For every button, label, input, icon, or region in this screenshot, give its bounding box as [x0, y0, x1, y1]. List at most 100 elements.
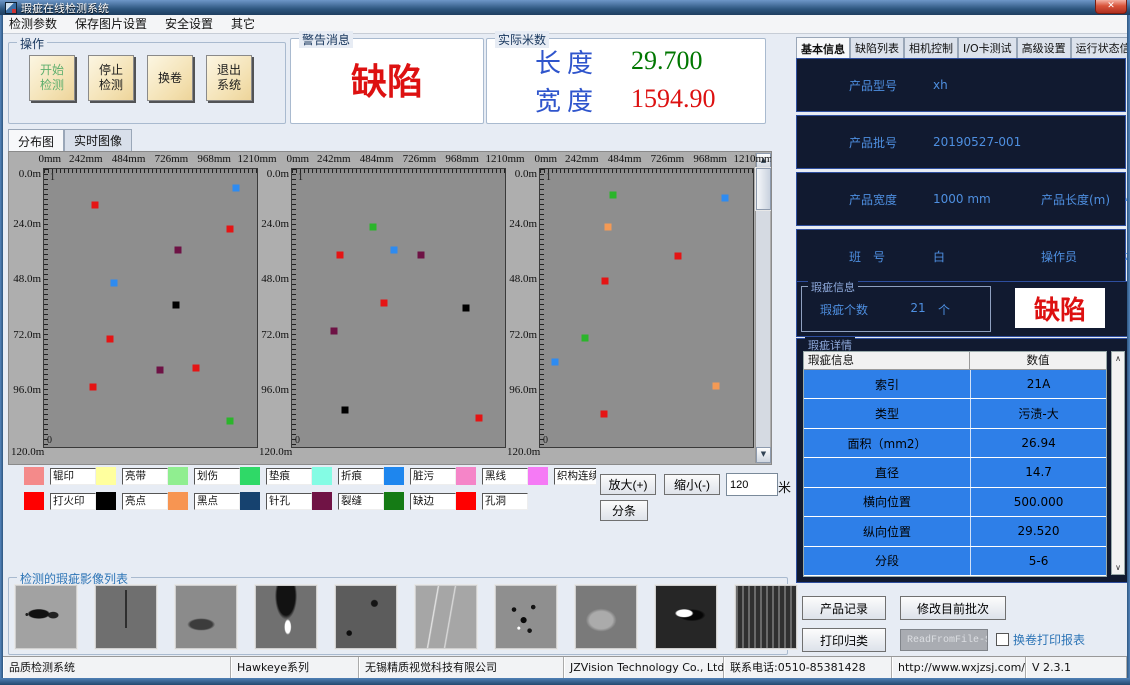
table-scrollbar[interactable]: ∧ ∨ [1111, 351, 1125, 575]
defect-point[interactable] [331, 328, 338, 335]
defect-point[interactable] [232, 184, 239, 191]
op-button-开始检测[interactable]: 开始 检测 [29, 55, 75, 101]
x-axis: 0mm242mm484mm726mm968mm1210mm [43, 153, 257, 168]
defect-point[interactable] [157, 366, 164, 373]
defect-detail-panel: 瑕疵详情 瑕疵信息 数值 索引21A类型污渍-大面积（mm2）26.94直径14… [796, 338, 1128, 583]
table-row[interactable]: 纵向位置29.520 [804, 517, 1106, 545]
scatter-canvas[interactable]: 1 0 [539, 168, 754, 448]
product-info-row: 产品宽度1000 mm产品长度(m)40000 [796, 172, 1126, 226]
modify-batch-button[interactable]: 修改目前批次 [900, 596, 1006, 620]
table-row[interactable]: 横向位置500.000 [804, 488, 1106, 516]
scatter-canvas[interactable]: 1 0 [291, 168, 506, 448]
defect-thumbnail[interactable] [655, 585, 717, 649]
defect-thumbnail[interactable] [255, 585, 317, 649]
defect-point[interactable] [89, 383, 96, 390]
tab-I/O卡测试[interactable]: I/O卡测试 [958, 37, 1017, 58]
close-button[interactable]: ✕ [1095, 0, 1127, 14]
legend-label: 划伤 [194, 468, 240, 485]
op-button-换卷[interactable]: 换卷 [147, 55, 193, 101]
tab-分布图[interactable]: 分布图 [8, 129, 64, 152]
table-row[interactable]: 直径14.7 [804, 458, 1106, 486]
legend-swatch-icon [384, 467, 404, 485]
defect-thumbnail[interactable] [15, 585, 77, 649]
defect-point[interactable] [551, 358, 558, 365]
tab-缺陷列表[interactable]: 缺陷列表 [850, 37, 904, 58]
operations-group: 操作 开始 检测停止 检测换卷退出 系统 [8, 42, 286, 124]
field-label: 操作员 [1041, 248, 1125, 265]
defect-thumbnail[interactable] [735, 585, 797, 649]
defect-thumbnail[interactable] [95, 585, 157, 649]
defect-point[interactable] [173, 301, 180, 308]
defect-point[interactable] [417, 251, 424, 258]
defect-point[interactable] [370, 224, 377, 231]
defect-point[interactable] [227, 417, 234, 424]
tab-基本信息[interactable]: 基本信息 [796, 37, 850, 59]
defect-point[interactable] [605, 224, 612, 231]
defect-point[interactable] [602, 278, 609, 285]
y-tick-label: 120.0m [507, 446, 540, 458]
table-row[interactable]: 索引21A [804, 370, 1106, 398]
defect-thumbnail[interactable] [175, 585, 237, 649]
scroll-up-icon[interactable]: ∧ [1112, 352, 1124, 365]
defect-point[interactable] [381, 299, 388, 306]
defect-point[interactable] [342, 407, 349, 414]
zoom-in-button[interactable]: 放大(+) [600, 474, 656, 495]
x-tick-label: 726mm [155, 153, 189, 165]
plot-scrollbar[interactable]: ▲ ▼ [755, 153, 770, 463]
tab-实时图像[interactable]: 实时图像 [64, 129, 132, 151]
app-icon [5, 2, 17, 14]
defect-thumbnail[interactable] [335, 585, 397, 649]
defect-point[interactable] [475, 415, 482, 422]
defect-point[interactable] [610, 192, 617, 199]
menu-item-其它[interactable]: 其它 [222, 15, 264, 33]
defect-thumbnail[interactable] [575, 585, 637, 649]
reprint-checkbox[interactable] [996, 633, 1009, 646]
y-tick-label: 48.0m [13, 273, 41, 285]
defect-point[interactable] [192, 365, 199, 372]
cell-value: 污渍-大 [971, 399, 1106, 427]
zoom-out-button[interactable]: 缩小(-) [664, 474, 720, 495]
op-button-停止检测[interactable]: 停止 检测 [88, 55, 134, 101]
tab-运行状态信息[interactable]: 运行状态信息 [1071, 37, 1130, 58]
op-button-退出系统[interactable]: 退出 系统 [206, 55, 252, 101]
defect-point[interactable] [674, 253, 681, 260]
scroll-down-icon[interactable]: ∨ [1112, 561, 1124, 574]
tab-高级设置[interactable]: 高级设置 [1017, 37, 1071, 58]
defect-point[interactable] [227, 226, 234, 233]
scroll-down-icon[interactable]: ▼ [756, 447, 771, 463]
scrollbar-thumb[interactable] [756, 168, 771, 210]
defect-point[interactable] [722, 194, 729, 201]
y-tick-label: 0.0m [515, 168, 537, 180]
defect-count-unit: 个 [938, 301, 950, 318]
defect-point[interactable] [601, 410, 608, 417]
tab-相机控制[interactable]: 相机控制 [904, 37, 958, 58]
table-row[interactable]: 面积（mm2）26.94 [804, 429, 1106, 457]
menu-item-检测参数[interactable]: 检测参数 [0, 15, 66, 33]
scatter-canvas[interactable]: 1 0 [43, 168, 258, 448]
product-record-button[interactable]: 产品记录 [802, 596, 886, 620]
defect-point[interactable] [391, 246, 398, 253]
defect-point[interactable] [107, 336, 114, 343]
defect-point[interactable] [175, 246, 182, 253]
y-tick-label: 120.0m [259, 446, 292, 458]
status-cell: JZVision Technology Co., Ltd. [564, 657, 724, 679]
menu-item-安全设置[interactable]: 安全设置 [156, 15, 222, 33]
table-row[interactable]: 分段5-6 [804, 547, 1106, 575]
defect-thumbnail[interactable] [415, 585, 477, 649]
meters-input[interactable] [726, 473, 778, 496]
table-row[interactable]: 类型污渍-大 [804, 399, 1106, 427]
legend-item: 裂缝 [312, 492, 384, 510]
defect-point[interactable] [91, 201, 98, 208]
split-button[interactable]: 分条 [600, 500, 648, 521]
read-from-file-button[interactable]: ReadFromFile-SIM [900, 629, 988, 651]
defect-point[interactable] [581, 335, 588, 342]
print-classify-button[interactable]: 打印归类 [802, 628, 886, 652]
info-tab-strip: 基本信息缺陷列表相机控制I/O卡测试高级设置运行状态信息 [796, 39, 1126, 58]
defect-thumbnail[interactable] [495, 585, 557, 649]
menu-item-保存图片设置[interactable]: 保存图片设置 [66, 15, 156, 33]
legend-label: 裂缝 [338, 493, 384, 510]
defect-point[interactable] [713, 383, 720, 390]
defect-point[interactable] [462, 305, 469, 312]
defect-point[interactable] [337, 251, 344, 258]
defect-point[interactable] [111, 279, 118, 286]
